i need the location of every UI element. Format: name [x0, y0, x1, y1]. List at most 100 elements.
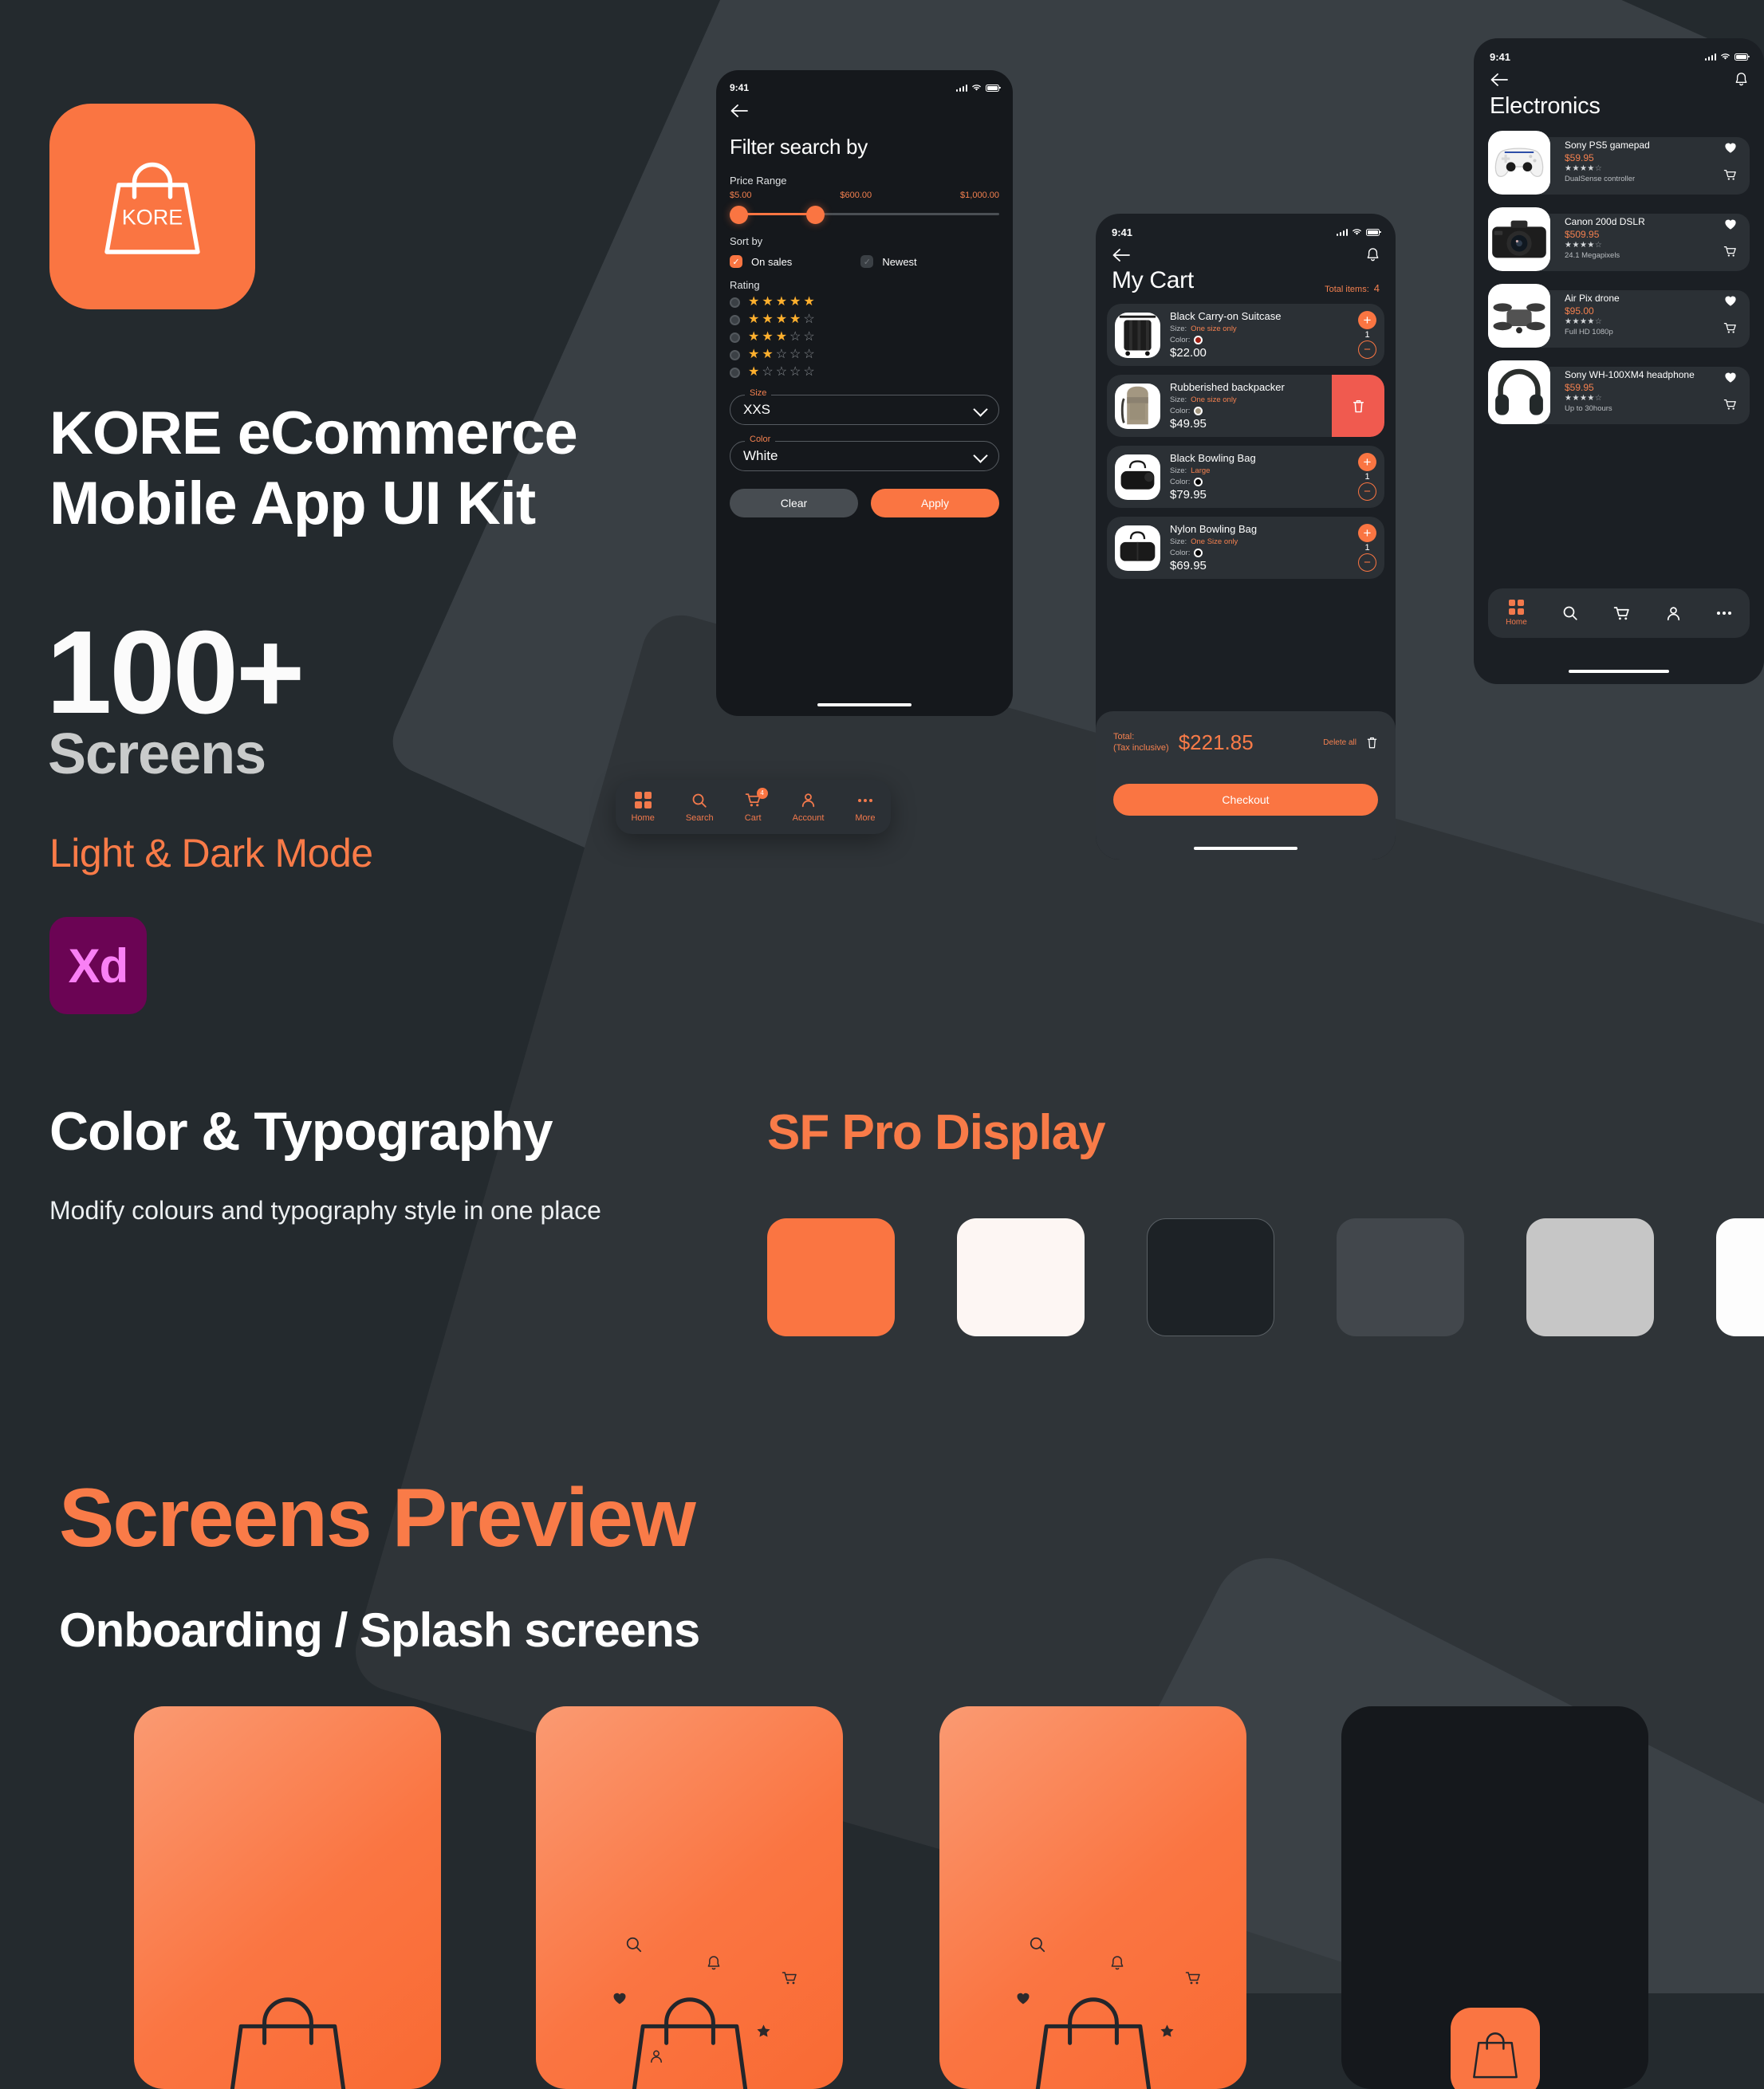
rating-option-4[interactable]: ★ ★ ★ ★ ☆ — [730, 313, 999, 326]
rating-option-2[interactable]: ★ ★ ☆ ☆ ☆ — [730, 348, 999, 361]
favorite-button[interactable] — [1724, 142, 1737, 158]
slider-knob-max[interactable] — [806, 206, 825, 224]
tab-account[interactable]: Account — [793, 792, 824, 823]
checkbox-newest-box[interactable]: ✓ — [860, 255, 874, 268]
product-row[interactable]: Canon 200d DSLR $509.95 ★★★★☆ 24.1 Megapixe… — [1488, 207, 1750, 271]
tab-label: More — [855, 812, 876, 823]
color-dot — [1194, 549, 1203, 557]
tab-person[interactable] — [1666, 606, 1681, 621]
product-row[interactable]: Sony PS5 gamepad $59.95 ★★★★☆ DualSense con… — [1488, 131, 1750, 195]
delete-item-button[interactable] — [1332, 375, 1384, 437]
color-swatch-row — [767, 1218, 1764, 1336]
cart-total-value: $221.85 — [1178, 730, 1254, 754]
quantity-value: 1 — [1364, 543, 1370, 553]
cart-item-row[interactable]: Nylon Bowling Bag Size: One Size only Color… — [1107, 517, 1384, 579]
decrease-quantity-button[interactable]: − — [1358, 340, 1376, 359]
trash-icon[interactable] — [1366, 736, 1378, 749]
tab-cart[interactable] — [1613, 606, 1630, 621]
back-arrow-icon[interactable] — [1112, 248, 1131, 262]
rating-radio[interactable] — [730, 349, 740, 360]
favorite-button[interactable] — [1724, 372, 1737, 388]
product-row[interactable]: Sony WH-100XM4 headphone $59.95 ★★★★☆ Up to… — [1488, 360, 1750, 424]
star-icon: ★ — [762, 295, 774, 309]
price-range-slider[interactable] — [730, 203, 999, 224]
page-title: KORE eCommerce Mobile App UI Kit — [49, 399, 703, 539]
tab-home[interactable]: Home — [631, 792, 655, 823]
apply-button[interactable]: Apply — [871, 489, 999, 517]
back-arrow-icon[interactable] — [1490, 73, 1509, 87]
quantity-stepper[interactable]: +1− — [1358, 453, 1376, 501]
cart-item-row[interactable]: Black Carry-on Suitcase Size: One size onl… — [1107, 304, 1384, 366]
wifi-icon — [1721, 53, 1730, 60]
bell-icon[interactable] — [1734, 72, 1748, 87]
star-icon: ★ — [762, 348, 774, 361]
cart-item-name: Nylon Bowling Bag — [1170, 523, 1258, 535]
slider-knob-min[interactable] — [730, 206, 748, 224]
quantity-stepper[interactable]: +1− — [1358, 524, 1376, 572]
rating-option-5[interactable]: ★ ★ ★ ★ ★ — [730, 296, 999, 309]
decrease-quantity-button[interactable]: − — [1358, 482, 1376, 501]
increase-quantity-button[interactable]: + — [1358, 311, 1376, 329]
favorite-button[interactable] — [1724, 218, 1737, 234]
star-icon: ☆ — [775, 365, 788, 379]
rating-radio[interactable] — [730, 367, 740, 378]
shopping-bag-icon — [230, 1997, 345, 2089]
font-family-name: SF Pro Display — [767, 1105, 1106, 1160]
tab-ellipsis[interactable] — [1716, 610, 1732, 616]
decrease-quantity-button[interactable]: − — [1358, 553, 1376, 572]
product-row[interactable]: Air Pix drone $95.00 ★★★★☆ Full HD 1080p — [1488, 284, 1750, 348]
size-select[interactable]: Size XXS — [730, 388, 999, 425]
price-max: $1,000.00 — [960, 191, 999, 200]
product-info: Air Pix drone $95.00 ★★★★☆ Full HD 1080p — [1565, 293, 1620, 336]
search-icon — [1030, 1937, 1045, 1953]
splash-screen-3 — [939, 1706, 1246, 2089]
tab-search[interactable]: Search — [686, 792, 714, 823]
product-description: 24.1 Megapixels — [1565, 251, 1620, 261]
favorite-button[interactable] — [1724, 295, 1737, 311]
checkbox-on-sales[interactable]: ✓ On sales — [730, 255, 792, 268]
product-name: Canon 200d DSLR — [1565, 216, 1645, 227]
rating-option-3[interactable]: ★ ★ ★ ☆ ☆ — [730, 331, 999, 344]
hero-title-line-1: KORE eCommerce — [49, 399, 578, 467]
battery-icon — [1734, 53, 1750, 61]
chevron-down-icon[interactable] — [973, 448, 988, 463]
add-to-cart-button[interactable] — [1723, 169, 1737, 185]
checkout-button[interactable]: Checkout — [1113, 784, 1378, 816]
checkbox-newest[interactable]: ✓ Newest — [860, 255, 917, 268]
increase-quantity-button[interactable]: + — [1358, 524, 1376, 542]
signal-icon — [1704, 53, 1716, 61]
quantity-stepper[interactable]: +1− — [1358, 311, 1376, 359]
rating-radio[interactable] — [730, 297, 740, 308]
chevron-down-icon[interactable] — [973, 402, 988, 417]
cart-item-row[interactable]: Black Bowling Bag Size: Large Color: $79.95 +… — [1107, 446, 1384, 508]
cart-item-color: Color: — [1170, 407, 1332, 415]
tab-more[interactable]: More — [855, 792, 875, 823]
rating-radio[interactable] — [730, 332, 740, 343]
star-icon: ☆ — [775, 348, 788, 361]
add-to-cart-button[interactable] — [1723, 322, 1737, 338]
add-to-cart-button[interactable] — [1723, 246, 1737, 262]
cart-item-row[interactable]: Rubberished backpacker Size: One size only… — [1107, 375, 1384, 437]
tab-cart[interactable]: 4 Cart — [745, 787, 768, 823]
tab-search[interactable] — [1562, 605, 1578, 621]
rating-radio[interactable] — [730, 314, 740, 325]
add-to-cart-button[interactable] — [1723, 399, 1737, 415]
star-icon: ☆ — [803, 348, 815, 361]
product-thumbnail — [1488, 284, 1550, 348]
rating-option-1[interactable]: ★ ☆ ☆ ☆ ☆ — [730, 366, 999, 379]
tab-home[interactable]: Home — [1506, 600, 1527, 627]
increase-quantity-button[interactable]: + — [1358, 453, 1376, 471]
delete-all-label[interactable]: Delete all — [1323, 738, 1356, 747]
nylon-bag-image — [1120, 530, 1156, 561]
color-typography-title: Color & Typography — [49, 1101, 553, 1162]
clear-button[interactable]: Clear — [730, 489, 858, 517]
battery-icon — [1366, 228, 1381, 236]
star-icon: ★ — [748, 365, 760, 379]
cart-item-size: Size: One size only — [1170, 325, 1237, 333]
color-select[interactable]: Color White — [730, 435, 999, 471]
cart-item-price: $79.95 — [1170, 488, 1207, 502]
product-thumbnail — [1115, 454, 1160, 500]
bell-icon[interactable] — [1366, 247, 1380, 262]
checkbox-on-sales-box[interactable]: ✓ — [730, 255, 742, 268]
back-arrow-icon[interactable] — [730, 104, 749, 118]
